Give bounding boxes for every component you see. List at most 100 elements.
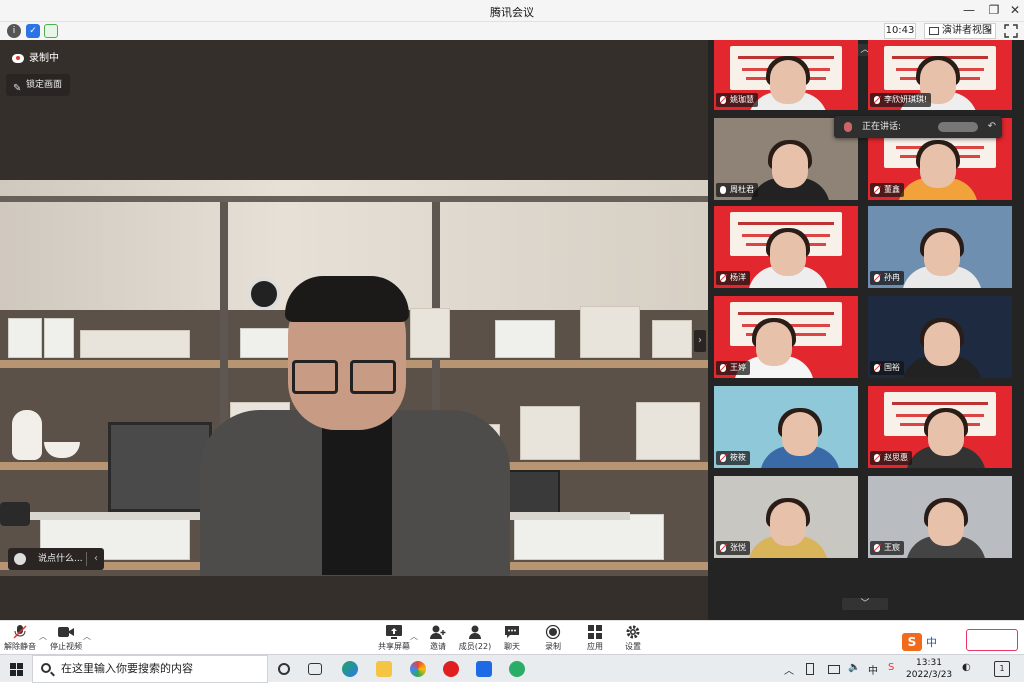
members-button[interactable]: 成员(22) — [455, 623, 495, 653]
participant-name-tag: 张悦 — [716, 541, 750, 555]
title-bar: 腾讯会议 — ❐ ✕ — [0, 0, 1024, 22]
tray-expand-icon[interactable]: ︿ — [784, 662, 794, 677]
gallery-toggle-button[interactable]: › — [694, 330, 706, 352]
end-meeting-button[interactable] — [966, 629, 1018, 651]
participant-name: 董鑫 — [884, 185, 900, 194]
participant-name: 杨洋 — [730, 273, 746, 282]
volume-icon[interactable]: 🔈 — [848, 662, 860, 673]
file-explorer-icon[interactable] — [376, 661, 392, 677]
task-view-icon[interactable] — [308, 663, 322, 675]
participant-name-tag: 李欣妍琪琪! — [870, 93, 932, 107]
apps-grid-icon — [588, 625, 602, 639]
participant-tile[interactable]: 王婷 — [714, 296, 858, 378]
lock-view-label: 锁定画面 — [26, 80, 63, 90]
emoji-icon[interactable] — [14, 553, 26, 565]
reply-icon[interactable]: ↶ — [988, 116, 996, 138]
shield-icon[interactable]: ✓ — [26, 24, 40, 38]
participant-tile[interactable]: 王宸 — [868, 476, 1012, 558]
speaking-label: 正在讲话: — [862, 122, 902, 132]
participant-face — [770, 60, 806, 104]
lock-view-button[interactable]: ✎ 锁定画面 — [6, 74, 71, 96]
recording-label: 录制中 — [29, 53, 59, 64]
members-label: 成员(22) — [458, 642, 492, 651]
recording-indicator: 录制中 — [12, 52, 59, 66]
search-placeholder: 在这里输入你要搜索的内容 — [61, 662, 193, 675]
participant-tile[interactable]: 杨洋 — [714, 206, 858, 288]
unmute-button[interactable]: 解除静音 — [0, 623, 40, 653]
view-mode-dropdown[interactable]: 演讲者视图 ▾ — [924, 23, 996, 39]
participant-name: 孙冉 — [884, 273, 900, 282]
microphone-icon — [844, 122, 852, 132]
wechat-icon[interactable] — [509, 661, 525, 677]
speaking-indicator: 正在讲话: ↶ — [834, 116, 1002, 138]
share-options-icon[interactable]: ︿ — [410, 631, 418, 642]
invite-label: 邀请 — [430, 642, 446, 651]
settings-button[interactable]: 设置 — [613, 623, 653, 653]
ime-language[interactable]: 中 — [926, 636, 937, 649]
sogou-tray-icon[interactable]: S — [888, 662, 894, 673]
participant-tile[interactable]: 李欣妍琪琪! — [868, 40, 1012, 110]
speaker-name-blurred — [938, 122, 978, 132]
edge-icon[interactable] — [342, 661, 358, 677]
network-icon[interactable] — [828, 665, 840, 674]
quick-chat-input[interactable]: 说点什么... ‹ — [8, 548, 104, 570]
participant-tile[interactable]: 孙冉 — [868, 206, 1012, 288]
speaker-video-frame — [0, 180, 708, 576]
record-icon — [545, 625, 561, 639]
signal-icon[interactable] — [44, 24, 58, 38]
chevron-left-icon[interactable]: ‹ — [94, 548, 98, 570]
search-icon — [41, 663, 51, 673]
participant-name-tag: 筱筱 — [716, 451, 750, 465]
notification-center-icon[interactable]: 1 — [994, 661, 1010, 677]
main-speaker-video[interactable]: 录制中 ✎ 锁定画面 说点什么... ‹ › — [0, 40, 708, 620]
apps-button[interactable]: 应用 — [575, 623, 615, 653]
sogou-ime-icon[interactable]: S — [902, 633, 922, 651]
cortana-icon[interactable] — [278, 663, 290, 675]
participant-tile[interactable]: 赵思惠 — [868, 386, 1012, 468]
widget-icon[interactable]: ◐ — [962, 662, 971, 673]
tencent-meeting-icon[interactable] — [476, 661, 492, 677]
participant-name-tag: 杨洋 — [716, 271, 750, 285]
participant-face — [928, 412, 964, 456]
screen-share-icon — [386, 625, 402, 639]
ime-indicator[interactable]: 中 — [868, 662, 878, 677]
gallery-scroll-down-button[interactable]: ﹀ — [842, 598, 888, 610]
mic-off-icon — [874, 96, 880, 104]
netease-music-icon[interactable] — [443, 661, 459, 677]
record-button[interactable]: 录制 — [533, 623, 573, 653]
participant-name: 赵思惠 — [884, 453, 908, 462]
mic-off-icon — [720, 274, 726, 282]
fullscreen-icon[interactable] — [1004, 24, 1018, 38]
taskbar-search-box[interactable]: 在这里输入你要搜索的内容 — [32, 655, 268, 683]
mic-off-icon — [720, 544, 726, 552]
participant-name: 筱筱 — [730, 453, 746, 462]
gear-icon — [626, 625, 640, 639]
invite-button[interactable]: 邀请 — [418, 623, 458, 653]
participant-face — [770, 502, 806, 546]
participant-name-tag: 国裕 — [870, 361, 904, 375]
stop-video-button[interactable]: 停止视频 — [46, 623, 86, 653]
share-screen-button[interactable]: 共享屏幕 — [374, 623, 414, 653]
video-options-icon[interactable]: ︿ — [83, 631, 91, 642]
ime-toolbar[interactable]: 中 — [926, 634, 937, 650]
chrome-icon[interactable] — [410, 661, 426, 677]
participant-name-tag: 赵思惠 — [870, 451, 912, 465]
info-icon[interactable]: i — [7, 24, 21, 38]
mic-off-icon — [720, 454, 726, 462]
taskbar-time: 13:31 — [916, 658, 942, 668]
chat-button[interactable]: 聊天 — [492, 623, 532, 653]
participant-tile[interactable]: 国裕 — [868, 296, 1012, 378]
close-button[interactable]: ✕ — [1000, 0, 1024, 22]
participant-tile[interactable]: 张悦 — [714, 476, 858, 558]
windows-start-icon[interactable] — [10, 663, 24, 677]
add-user-icon — [430, 625, 446, 639]
participant-tile[interactable]: 筱筱 — [714, 386, 858, 468]
chat-icon — [505, 626, 519, 638]
taskbar-clock[interactable]: 13:31 2022/3/23 — [906, 657, 952, 681]
participant-tile[interactable]: 姚珈慧 — [714, 40, 858, 110]
chat-label: 聊天 — [504, 642, 520, 651]
apps-label: 应用 — [587, 642, 603, 651]
battery-icon[interactable] — [806, 663, 814, 675]
participant-face — [924, 232, 960, 276]
participant-name: 张悦 — [730, 543, 746, 552]
